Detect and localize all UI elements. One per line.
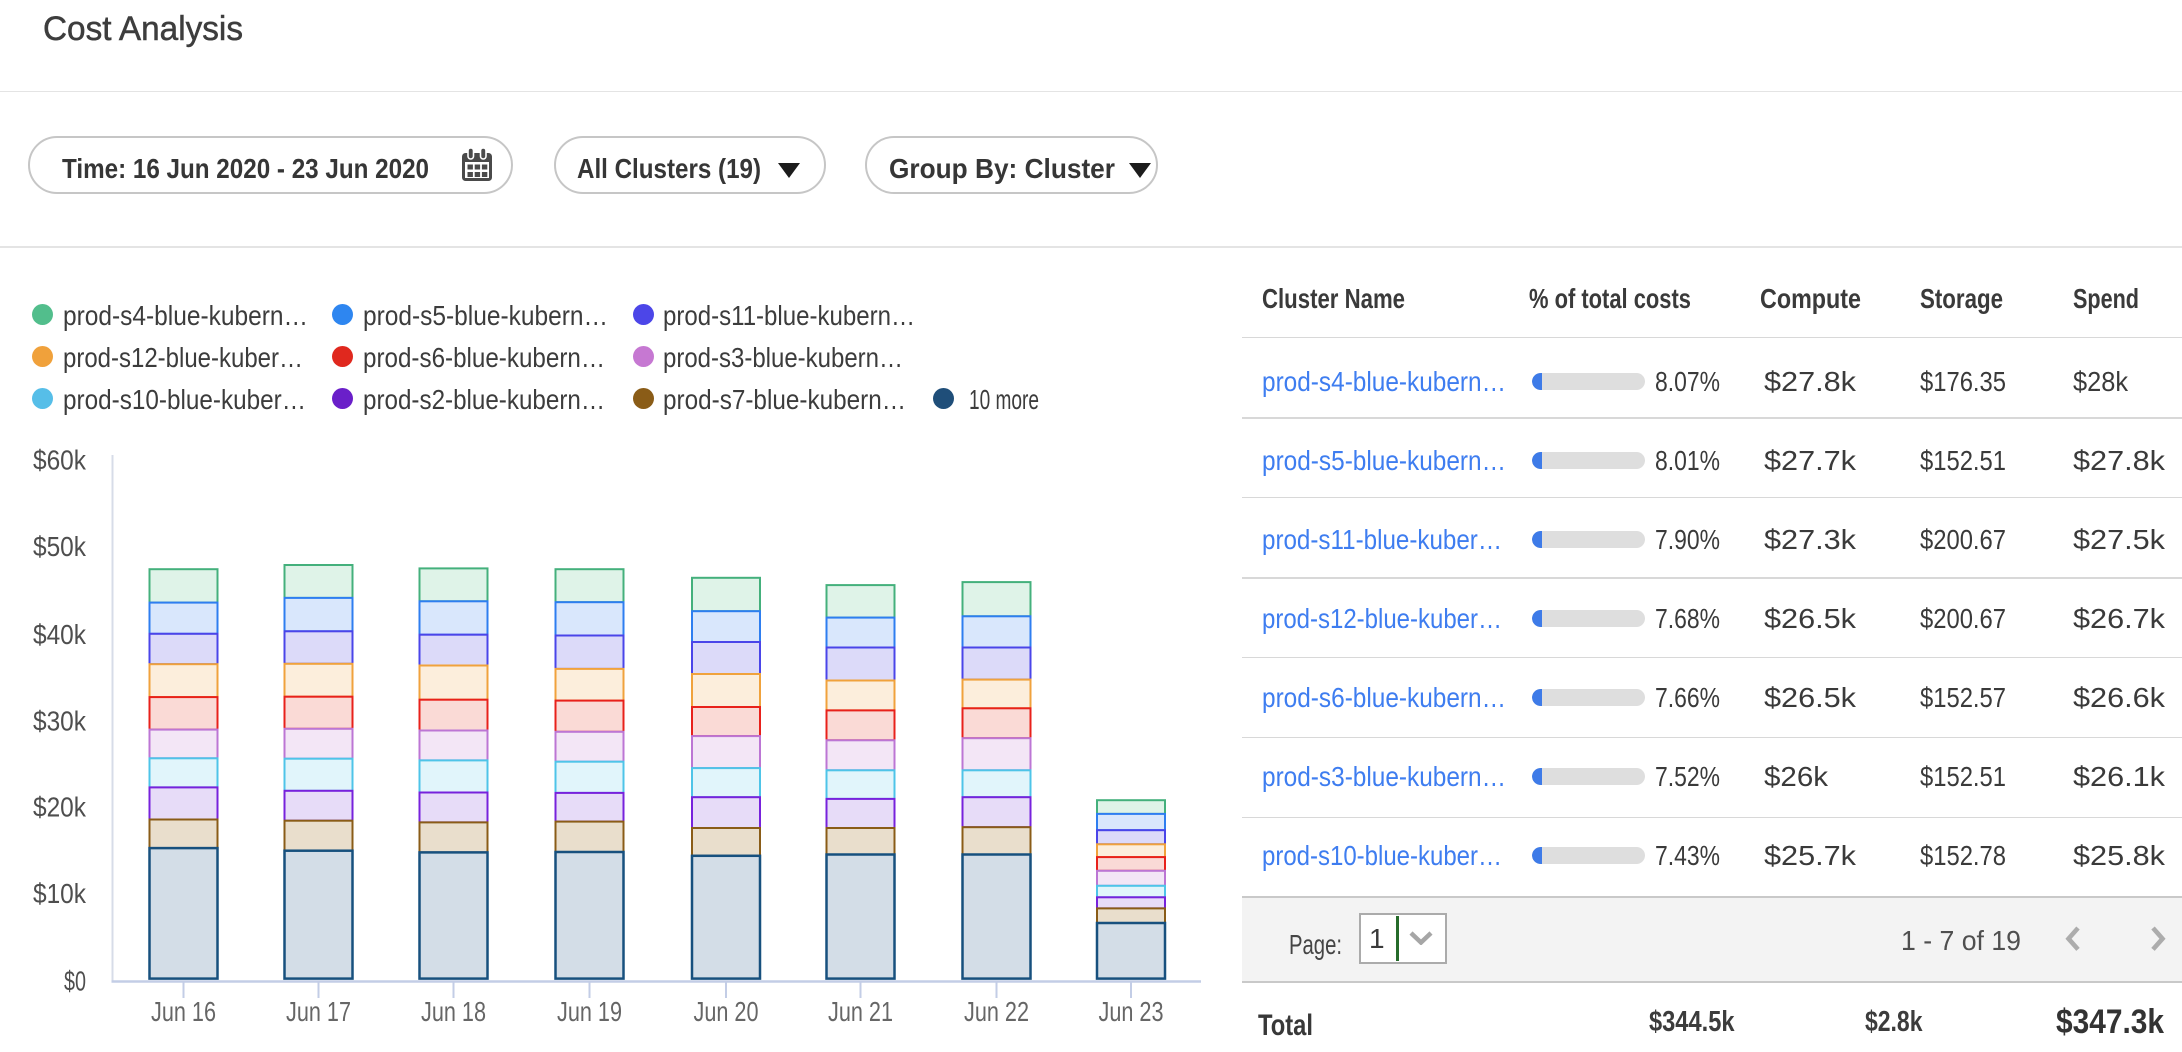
svg-text:Jun 19: Jun 19 <box>557 996 622 1027</box>
svg-text:$40k: $40k <box>33 619 87 650</box>
svg-text:Jun 22: Jun 22 <box>964 996 1029 1027</box>
svg-text:$0: $0 <box>64 966 86 997</box>
svg-text:Jun 16: Jun 16 <box>151 996 216 1027</box>
svg-text:Jun 17: Jun 17 <box>286 996 351 1027</box>
svg-text:$50k: $50k <box>33 531 87 562</box>
svg-text:Jun 21: Jun 21 <box>828 996 893 1027</box>
svg-text:$10k: $10k <box>33 878 87 909</box>
svg-text:Jun 23: Jun 23 <box>1099 996 1164 1027</box>
svg-text:$60k: $60k <box>33 445 87 476</box>
svg-text:$30k: $30k <box>33 706 87 737</box>
svg-text:Jun 20: Jun 20 <box>694 996 759 1027</box>
svg-text:Jun 18: Jun 18 <box>421 996 486 1027</box>
svg-text:$20k: $20k <box>33 792 87 823</box>
